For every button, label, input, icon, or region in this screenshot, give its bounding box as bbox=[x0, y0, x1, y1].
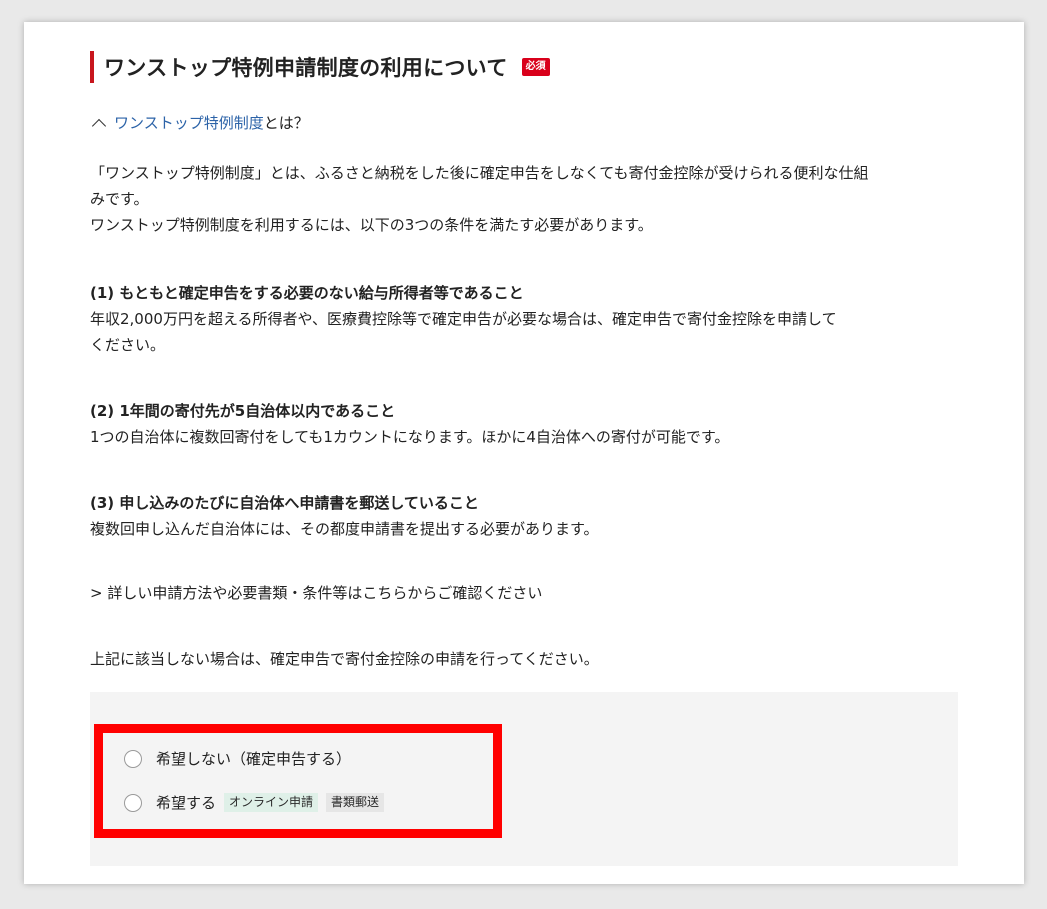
tag-online-application: オンライン申請 bbox=[224, 793, 319, 812]
condition-title: (3) 申し込みのたびに自治体へ申請書を郵送していること bbox=[90, 494, 479, 512]
heading-accent-bar bbox=[90, 51, 94, 83]
condition-1: (1) もともと確定申告をする必要のない給与所得者等であること 年収2,000万… bbox=[90, 280, 960, 358]
onestop-info-toggle[interactable]: ワンストップ特例制度 とは？ bbox=[90, 112, 309, 133]
onestop-info-link[interactable]: ワンストップ特例制度 bbox=[114, 112, 264, 133]
condition-text: ください。 bbox=[90, 336, 166, 354]
details-link[interactable]: > 詳しい申請方法や必要書類・条件等はこちらからご確認ください bbox=[90, 580, 960, 606]
option-onestop[interactable]: 希望する オンライン申請 書類郵送 bbox=[124, 792, 385, 813]
section-title: ワンストップ特例申請制度の利用について bbox=[104, 56, 508, 80]
condition-text: 年収2,000万円を超える所得者や、医療費控除等で確定申告が必要な場合は、確定申… bbox=[90, 310, 837, 328]
option-no-onestop[interactable]: 希望しない（確定申告する） bbox=[124, 748, 351, 769]
radio-button[interactable] bbox=[124, 749, 142, 768]
intro-line: ワンストップ特例制度を利用するには、以下の3つの条件を満たす必要があります。 bbox=[90, 216, 653, 234]
condition-text: 1つの自治体に複数回寄付をしても1カウントになります。ほかに4自治体への寄付が可… bbox=[90, 428, 730, 446]
onestop-info-suffix: とは？ bbox=[263, 114, 309, 132]
condition-2: (2) 1年間の寄付先が5自治体以内であること 1つの自治体に複数回寄付をしても… bbox=[90, 398, 960, 450]
form-card: ワンストップ特例申請制度の利用について 必須 ワンストップ特例制度 とは？ 「ワ… bbox=[24, 22, 1024, 884]
tag-postal-documents: 書類郵送 bbox=[326, 793, 385, 812]
chevron-up-icon bbox=[91, 118, 107, 133]
option-label: 希望する bbox=[156, 794, 217, 812]
section-heading: ワンストップ特例申請制度の利用について 必須 bbox=[90, 51, 550, 83]
condition-3: (3) 申し込みのたびに自治体へ申請書を郵送していること 複数回申し込んだ自治体… bbox=[90, 490, 960, 542]
note-text: 上記に該当しない場合は、確定申告で寄付金控除の申請を行ってください。 bbox=[90, 650, 599, 668]
required-badge: 必須 bbox=[521, 58, 550, 76]
option-label: 希望しない（確定申告する） bbox=[156, 750, 352, 768]
intro-line: みです。 bbox=[90, 190, 149, 208]
intro-line: 「ワンストップ特例制度」とは、ふるさと納税をした後に確定申告をしなくても寄付金控… bbox=[90, 164, 869, 182]
condition-title: (1) もともと確定申告をする必要のない給与所得者等であること bbox=[90, 284, 524, 302]
radio-button[interactable] bbox=[124, 793, 142, 812]
condition-text: 複数回申し込んだ自治体には、その都度申請書を提出する必要があります。 bbox=[90, 520, 599, 538]
highlight-box bbox=[94, 724, 502, 838]
intro-text: 「ワンストップ特例制度」とは、ふるさと納税をした後に確定申告をしなくても寄付金控… bbox=[90, 160, 960, 238]
condition-title: (2) 1年間の寄付先が5自治体以内であること bbox=[90, 402, 396, 420]
